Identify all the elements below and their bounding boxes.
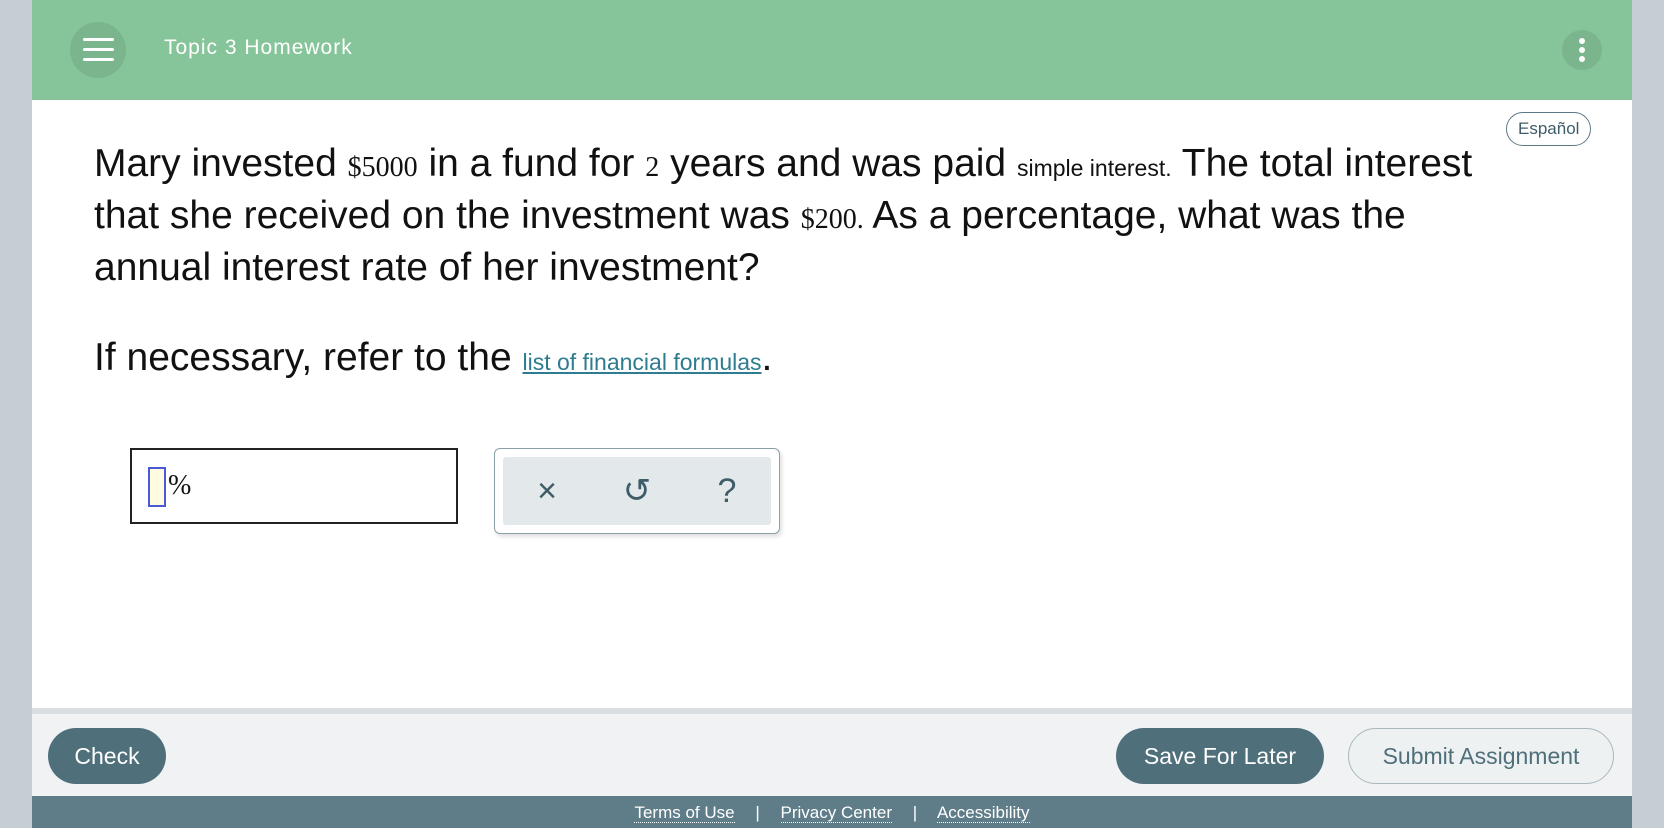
save-for-later-button[interactable]: Save For Later — [1116, 728, 1324, 784]
financial-formulas-link[interactable]: list of financial formulas — [522, 349, 761, 375]
help-icon: ? — [717, 472, 737, 510]
menu-bar — [83, 48, 114, 51]
question-part: years and was paid — [659, 142, 1017, 185]
principal-value: $5000 — [347, 152, 418, 183]
privacy-center-link[interactable]: Privacy Center — [780, 803, 892, 823]
undo-icon: ↺ — [622, 472, 652, 510]
menu-bar — [83, 38, 114, 41]
app-frame: Topic 3 Homework Español Mary invested $… — [32, 0, 1632, 828]
interest-amount-value: $200. — [800, 204, 864, 235]
dot — [1579, 56, 1585, 62]
menu-button[interactable] — [70, 22, 126, 78]
terms-of-use-link[interactable]: Terms of Use — [634, 803, 735, 823]
answer-input[interactable]: % — [130, 448, 458, 524]
dot — [1579, 47, 1585, 53]
page-title: Topic 3 Homework — [164, 36, 353, 59]
link-separator: | — [912, 803, 918, 822]
link-separator: | — [755, 803, 760, 822]
legal-links-bar: Terms of Use | Privacy Center | Accessib… — [32, 796, 1632, 828]
percent-unit: % — [168, 470, 192, 501]
accessibility-link[interactable]: Accessibility — [936, 803, 1030, 823]
help-button[interactable]: ? — [705, 469, 749, 513]
years-value: 2 — [645, 152, 660, 183]
dot — [1579, 38, 1585, 44]
language-toggle-button[interactable]: Español — [1506, 112, 1592, 146]
refer-suffix: . — [761, 336, 773, 379]
question-text: Mary invested $5000 in a fund for 2 year… — [94, 140, 1514, 292]
more-options-button[interactable] — [1562, 30, 1602, 70]
answer-tools-bar: × ↺ ? — [503, 457, 771, 525]
undo-button[interactable]: ↺ — [615, 469, 659, 513]
action-footer: Check Save For Later Submit Assignment — [32, 714, 1632, 796]
close-icon: × — [537, 472, 557, 510]
answer-tools-panel: × ↺ ? — [494, 448, 780, 534]
refer-text: If necessary, refer to the list of finan… — [94, 336, 772, 380]
clear-button[interactable]: × — [525, 469, 569, 513]
question-part: in a fund for — [417, 142, 646, 185]
submit-assignment-button[interactable]: Submit Assignment — [1348, 728, 1614, 784]
check-button[interactable]: Check — [48, 728, 166, 784]
refer-prefix: If necessary, refer to the — [94, 336, 523, 379]
menu-bar — [83, 58, 114, 61]
top-header: Topic 3 Homework — [32, 0, 1632, 100]
question-part: Mary invested — [94, 142, 348, 185]
interest-type: simple interest. — [1016, 155, 1172, 181]
answer-entry-slot[interactable] — [148, 467, 166, 507]
